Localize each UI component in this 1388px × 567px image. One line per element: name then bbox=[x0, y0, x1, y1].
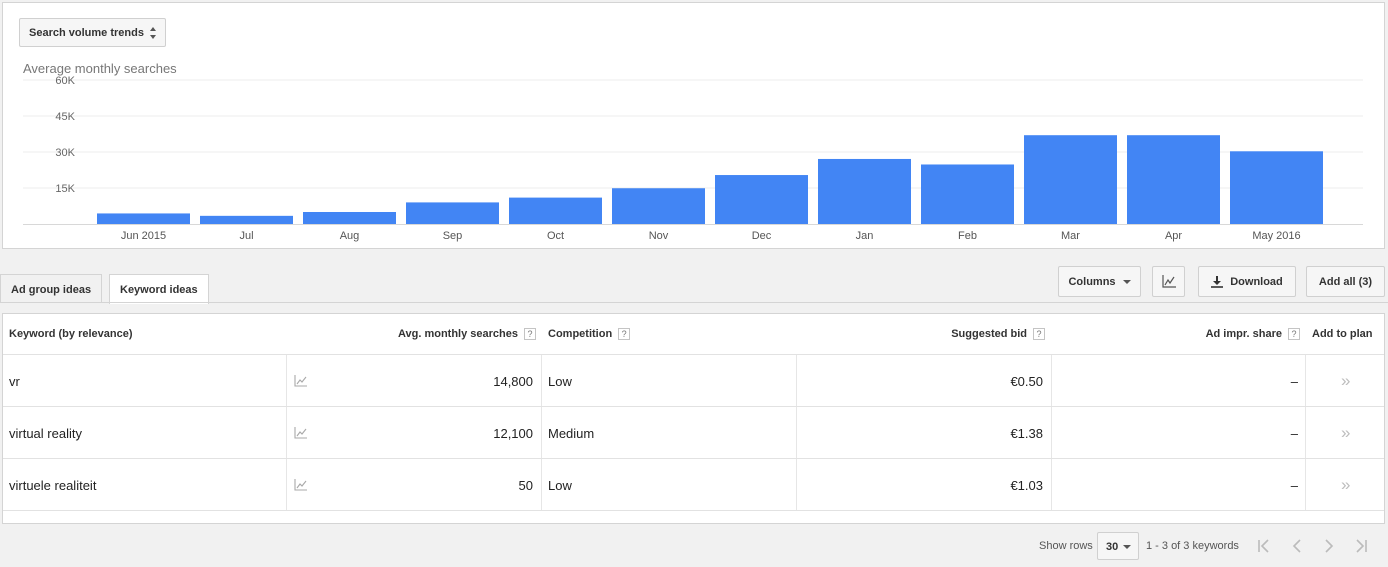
y-tick-label: 30K bbox=[55, 147, 75, 159]
line-chart-icon bbox=[1161, 275, 1176, 288]
suggested-bid-cell[interactable]: €1.03 bbox=[1010, 459, 1043, 511]
first-page-icon[interactable] bbox=[1255, 536, 1273, 556]
competition-cell: Low bbox=[548, 477, 572, 493]
keyword-cell: virtuele realiteit bbox=[9, 477, 97, 493]
chart-view-button[interactable] bbox=[1152, 266, 1185, 297]
x-tick-label: Dec bbox=[752, 230, 772, 242]
ad-impr-share-cell: – bbox=[1290, 373, 1298, 389]
y-tick-label: 15K bbox=[55, 183, 75, 195]
x-tick-label: Feb bbox=[958, 230, 977, 242]
chart-bar[interactable] bbox=[715, 175, 808, 224]
x-tick-label: Apr bbox=[1165, 230, 1182, 242]
header-avg-searches-label: Avg. monthly searches bbox=[397, 328, 518, 340]
help-icon[interactable]: ? bbox=[618, 328, 631, 340]
help-icon[interactable]: ? bbox=[1033, 328, 1045, 340]
competition-cell: Low bbox=[548, 373, 572, 389]
keyword-table: Keyword (by relevance) Avg. monthly sear… bbox=[2, 313, 1385, 524]
avg-searches-cell: 12,100 bbox=[493, 425, 533, 441]
header-suggested-bid-label: Suggested bid bbox=[951, 328, 1027, 340]
x-tick-label: Jan bbox=[856, 230, 874, 242]
trend-chart-icon-cell[interactable] bbox=[294, 355, 307, 407]
header-ad-impr-share[interactable]: Ad impr. share ? bbox=[1206, 328, 1300, 340]
table-row: virtuele realiteit 50 Low €1.03 – » bbox=[3, 459, 1384, 511]
header-add-to-plan-label: Add to plan bbox=[1312, 328, 1373, 340]
trend-chart-icon-cell[interactable] bbox=[294, 459, 307, 511]
download-icon bbox=[1211, 275, 1224, 288]
mini-chart-icon[interactable] bbox=[294, 427, 307, 439]
chart-bar[interactable] bbox=[921, 164, 1014, 224]
header-ad-impr-share-label: Ad impr. share bbox=[1205, 328, 1282, 340]
chevron-down-icon bbox=[1122, 279, 1131, 284]
chart-bar[interactable] bbox=[1127, 135, 1220, 224]
mini-chart-icon[interactable] bbox=[294, 479, 307, 491]
chart-bar[interactable] bbox=[303, 212, 396, 224]
search-volume-chart: 15K 30K 45K 60K Jun 2015 Jul Aug Sep Oct Nov Dec Ja… bbox=[23, 75, 1363, 242]
trend-chart-icon-cell[interactable] bbox=[294, 407, 307, 459]
table-row: vr 14,800 Low €0.50 – » bbox=[3, 355, 1384, 407]
keyword-cell: virtual reality bbox=[9, 425, 82, 441]
header-avg-searches[interactable]: Avg. monthly searches ? bbox=[398, 328, 536, 340]
last-page-icon[interactable] bbox=[1352, 536, 1370, 556]
table-footer: Show rows 30 1 - 3 of 3 keywords bbox=[2, 525, 1385, 567]
add-all-button[interactable]: Add all (3) bbox=[1306, 266, 1385, 297]
chart-bar[interactable] bbox=[1230, 151, 1323, 224]
chart-bar[interactable] bbox=[200, 215, 293, 224]
download-button[interactable]: Download bbox=[1198, 266, 1296, 297]
header-keyword-label: Keyword (by relevance) bbox=[9, 328, 133, 340]
show-rows-label: Show rows bbox=[1039, 540, 1093, 552]
add-to-plan-icon[interactable]: » bbox=[1341, 407, 1350, 459]
x-tick-label: Sep bbox=[443, 230, 463, 242]
chart-bar[interactable] bbox=[97, 213, 190, 224]
mini-chart-icon[interactable] bbox=[294, 375, 307, 387]
x-tick-label: Oct bbox=[547, 230, 564, 242]
pagination-range: 1 - 3 of 3 keywords bbox=[1146, 540, 1239, 552]
suggested-bid-cell[interactable]: €0.50 bbox=[1010, 355, 1043, 407]
keyword-cell: vr bbox=[9, 373, 20, 389]
download-button-label: Download bbox=[1230, 275, 1283, 288]
tab-divider bbox=[0, 302, 1388, 303]
next-page-icon[interactable] bbox=[1320, 536, 1338, 556]
header-keyword[interactable]: Keyword (by relevance) bbox=[9, 328, 133, 340]
tab-keyword-ideas[interactable]: Keyword ideas bbox=[109, 274, 209, 304]
avg-searches-cell: 50 bbox=[518, 477, 533, 493]
chart-panel: Search volume trends Average monthly sea… bbox=[2, 2, 1385, 249]
table-row: virtual reality 12,100 Medium €1.38 – » bbox=[3, 407, 1384, 459]
chart-bar[interactable] bbox=[1024, 135, 1117, 224]
ad-impr-share-cell: – bbox=[1290, 425, 1298, 441]
y-tick-label: 60K bbox=[55, 75, 75, 87]
rows-per-page-select[interactable]: 30 bbox=[1097, 532, 1139, 560]
rows-per-page-value: 30 bbox=[1106, 541, 1119, 553]
add-to-plan-icon[interactable]: » bbox=[1341, 459, 1350, 511]
x-tick-label: Nov bbox=[649, 230, 669, 242]
chart-bar[interactable] bbox=[406, 202, 499, 224]
add-to-plan-icon[interactable]: » bbox=[1341, 355, 1350, 407]
competition-cell: Medium bbox=[548, 425, 595, 441]
x-tick-label: Jul bbox=[239, 230, 253, 242]
tab-ad-group-ideas[interactable]: Ad group ideas bbox=[0, 274, 103, 303]
columns-button-label: Columns bbox=[1068, 275, 1116, 288]
header-suggested-bid[interactable]: Suggested bid ? bbox=[951, 328, 1045, 340]
columns-button[interactable]: Columns bbox=[1058, 266, 1141, 297]
header-competition-label: Competition bbox=[548, 328, 613, 340]
header-competition[interactable]: Competition ? bbox=[548, 328, 631, 340]
chart-bar[interactable] bbox=[612, 188, 705, 224]
header-add-to-plan: Add to plan bbox=[1312, 328, 1373, 340]
help-icon[interactable]: ? bbox=[524, 328, 536, 340]
help-icon[interactable]: ? bbox=[1288, 328, 1300, 340]
chart-bar[interactable] bbox=[509, 197, 602, 224]
table-header: Keyword (by relevance) Avg. monthly sear… bbox=[3, 314, 1384, 355]
x-tick-label: Aug bbox=[340, 230, 360, 242]
x-tick-label: Mar bbox=[1061, 230, 1080, 242]
chevron-down-icon bbox=[1123, 545, 1131, 549]
ad-impr-share-cell: – bbox=[1290, 477, 1298, 493]
x-tick-label: Jun 2015 bbox=[121, 230, 166, 242]
previous-page-icon[interactable] bbox=[1288, 536, 1306, 556]
suggested-bid-cell[interactable]: €1.38 bbox=[1010, 407, 1043, 459]
avg-searches-cell: 14,800 bbox=[493, 373, 533, 389]
y-tick-label: 45K bbox=[55, 111, 75, 123]
chart-bar[interactable] bbox=[818, 158, 911, 224]
x-tick-label: May 2016 bbox=[1252, 230, 1300, 242]
